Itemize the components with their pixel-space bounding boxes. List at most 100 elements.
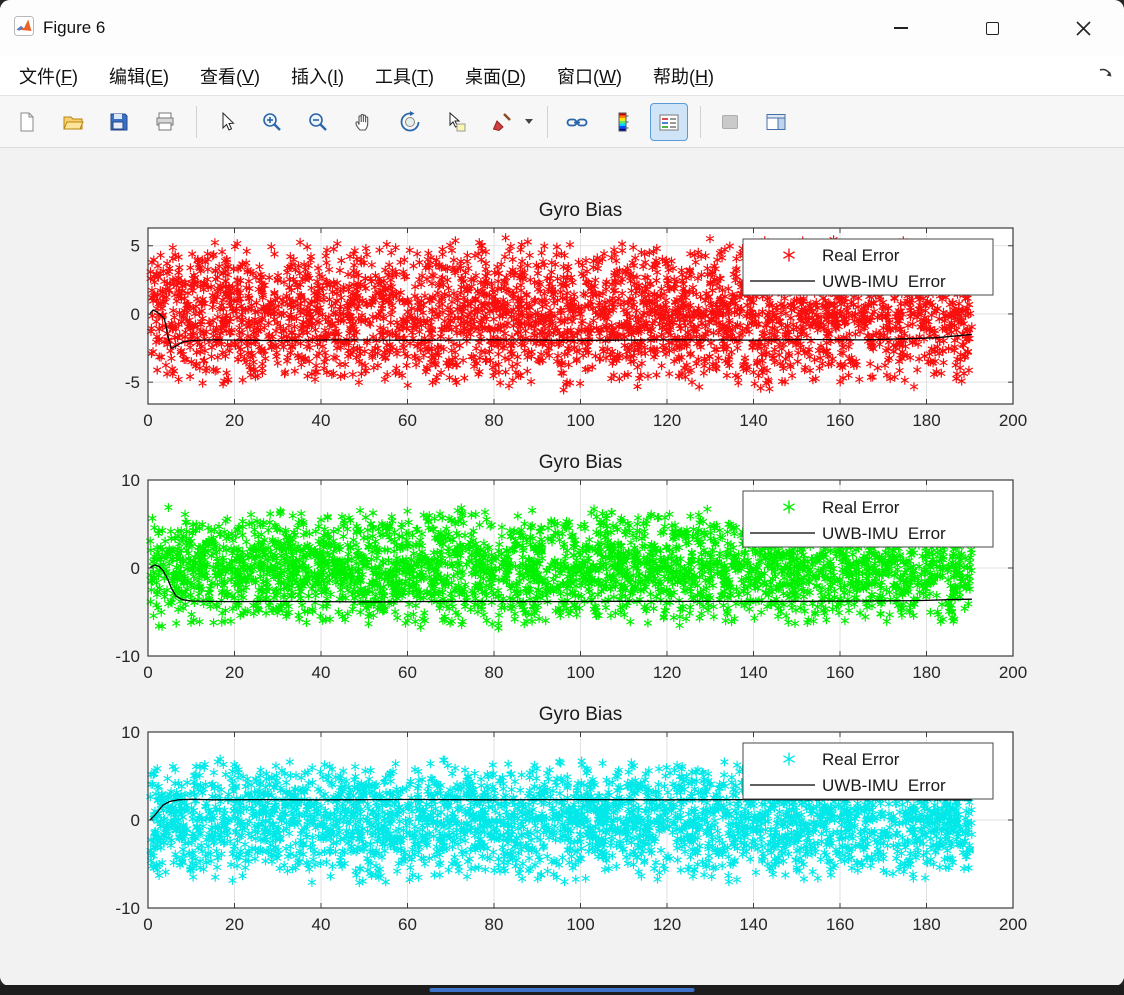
svg-text:120: 120 <box>653 663 681 682</box>
edit-plot-button[interactable] <box>207 103 245 141</box>
chart-gyro-bias-2[interactable]: 0 20 40 60 80 100 120 140 160 180 200-10010Gyro Bi… <box>0 447 1124 699</box>
taskbar-app-indicator <box>429 988 695 992</box>
show-plot-tools-button[interactable] <box>757 103 795 141</box>
menubar: 文件(F) 编辑(E) 查看(V) 插入(I) 工具(T) 桌面(D) 窗口(W… <box>0 56 1124 96</box>
svg-text:180: 180 <box>912 411 940 430</box>
svg-text:80: 80 <box>485 915 504 934</box>
matlab-logo-icon <box>14 15 34 41</box>
svg-text:20: 20 <box>225 663 244 682</box>
svg-text:UWB-IMU Error: UWB-IMU Error <box>822 776 946 795</box>
brush-button[interactable] <box>483 103 521 141</box>
svg-text:60: 60 <box>398 411 417 430</box>
svg-text:0: 0 <box>143 411 152 430</box>
pan-hand-icon <box>355 113 369 131</box>
insert-colorbar-button[interactable] <box>604 103 642 141</box>
svg-text:40: 40 <box>312 663 331 682</box>
svg-text:UWB-IMU Error: UWB-IMU Error <box>822 272 946 291</box>
hide-plot-tools-button[interactable] <box>711 103 749 141</box>
svg-text:10: 10 <box>121 723 140 742</box>
svg-text:20: 20 <box>225 915 244 934</box>
insert-colorbar-icon <box>618 112 629 131</box>
menu-item-desktop[interactable]: 桌面(D) <box>454 58 537 94</box>
svg-text:200: 200 <box>999 663 1027 682</box>
zoom-in-button[interactable] <box>253 103 291 141</box>
svg-text:-10: -10 <box>115 899 140 918</box>
svg-text:40: 40 <box>312 915 331 934</box>
close-button[interactable] <box>1060 5 1106 51</box>
insert-legend-icon <box>659 114 679 130</box>
svg-text:-10: -10 <box>115 647 140 666</box>
svg-text:180: 180 <box>912 915 940 934</box>
zoom-out-icon <box>309 112 327 131</box>
chart-gyro-bias-3[interactable]: 0 20 40 60 80 100 120 140 160 180 200-10010Gyro Bi… <box>0 699 1124 951</box>
menu-item-file[interactable]: 文件(F) <box>8 58 89 94</box>
svg-text:UWB-IMU Error: UWB-IMU Error <box>822 524 946 543</box>
figure-canvas: 0 20 40 60 80 100 120 140 160 180 200 -5 0 5 Gyro Bias… <box>0 149 1124 986</box>
open-file-button[interactable] <box>54 103 92 141</box>
open-file-icon <box>63 116 84 129</box>
svg-text:140: 140 <box>739 411 767 430</box>
print-icon <box>156 112 174 130</box>
toolbar-separator <box>196 105 197 138</box>
maximize-button[interactable] <box>969 5 1015 51</box>
toolbar-separator <box>547 105 548 138</box>
pan-button[interactable] <box>345 103 383 141</box>
insert-legend-button[interactable] <box>650 102 688 141</box>
maximize-icon <box>985 21 999 35</box>
svg-text:Real Error: Real Error <box>822 498 900 517</box>
titlebar: Figure 6 <box>0 0 1124 56</box>
svg-text:180: 180 <box>912 663 940 682</box>
svg-text:120: 120 <box>653 915 681 934</box>
svg-text:140: 140 <box>739 663 767 682</box>
svg-text:80: 80 <box>485 411 504 430</box>
rotate-3d-button[interactable] <box>391 103 429 141</box>
svg-text:200: 200 <box>999 411 1027 430</box>
hide-plot-tools-icon <box>722 114 738 129</box>
minimize-button[interactable] <box>878 5 924 51</box>
chart-gyro-bias-1[interactable]: 0 20 40 60 80 100 120 140 160 180 200-505Gyro Bias… <box>0 195 1124 447</box>
save-icon <box>110 113 128 130</box>
zoom-in-icon <box>263 112 281 131</box>
svg-text:10: 10 <box>121 471 140 490</box>
svg-text:100: 100 <box>566 663 594 682</box>
svg-text:100: 100 <box>566 411 594 430</box>
menu-item-view[interactable]: 查看(V) <box>189 58 271 94</box>
menu-item-help[interactable]: 帮助(H) <box>642 58 725 94</box>
svg-text:5: 5 <box>131 237 140 256</box>
svg-text:0: 0 <box>143 915 152 934</box>
brush-dropdown-icon[interactable] <box>525 119 533 124</box>
close-icon <box>1075 20 1091 36</box>
new-figure-button[interactable] <box>8 103 46 141</box>
svg-text:0: 0 <box>131 559 140 578</box>
data-cursor-button[interactable] <box>437 103 475 141</box>
svg-text:0: 0 <box>143 663 152 682</box>
svg-text:120: 120 <box>653 411 681 430</box>
svg-text:Gyro Bias: Gyro Bias <box>539 704 622 725</box>
arrow-cursor-icon <box>222 111 235 131</box>
menu-item-tools[interactable]: 工具(T) <box>364 58 445 94</box>
svg-text:200: 200 <box>999 915 1027 934</box>
svg-text:100: 100 <box>566 915 594 934</box>
print-button[interactable] <box>146 103 184 141</box>
menu-item-edit[interactable]: 编辑(E) <box>98 58 180 94</box>
link-plot-icon <box>566 118 588 126</box>
taskbar-strip <box>0 985 1124 995</box>
svg-text:80: 80 <box>485 663 504 682</box>
matlab-figure-window: Figure 6 文件(F) 编辑(E) 查看(V) 插入(I) 工具(T) 桌… <box>0 0 1124 986</box>
dock-figure-icon[interactable] <box>1098 64 1114 85</box>
zoom-out-button[interactable] <box>299 103 337 141</box>
save-button[interactable] <box>100 103 138 141</box>
link-plot-button[interactable] <box>558 103 596 141</box>
window-title: Figure 6 <box>43 18 106 37</box>
svg-text:60: 60 <box>398 663 417 682</box>
svg-text:0: 0 <box>131 811 140 830</box>
minimize-icon <box>894 27 908 29</box>
svg-text:160: 160 <box>826 411 854 430</box>
brush-icon <box>492 112 511 131</box>
menu-item-window[interactable]: 窗口(W) <box>546 58 633 94</box>
svg-text:0: 0 <box>131 305 140 324</box>
svg-text:160: 160 <box>826 915 854 934</box>
menu-item-insert[interactable]: 插入(I) <box>280 58 355 94</box>
toolbar <box>0 96 1124 148</box>
toolbar-separator <box>700 105 701 138</box>
